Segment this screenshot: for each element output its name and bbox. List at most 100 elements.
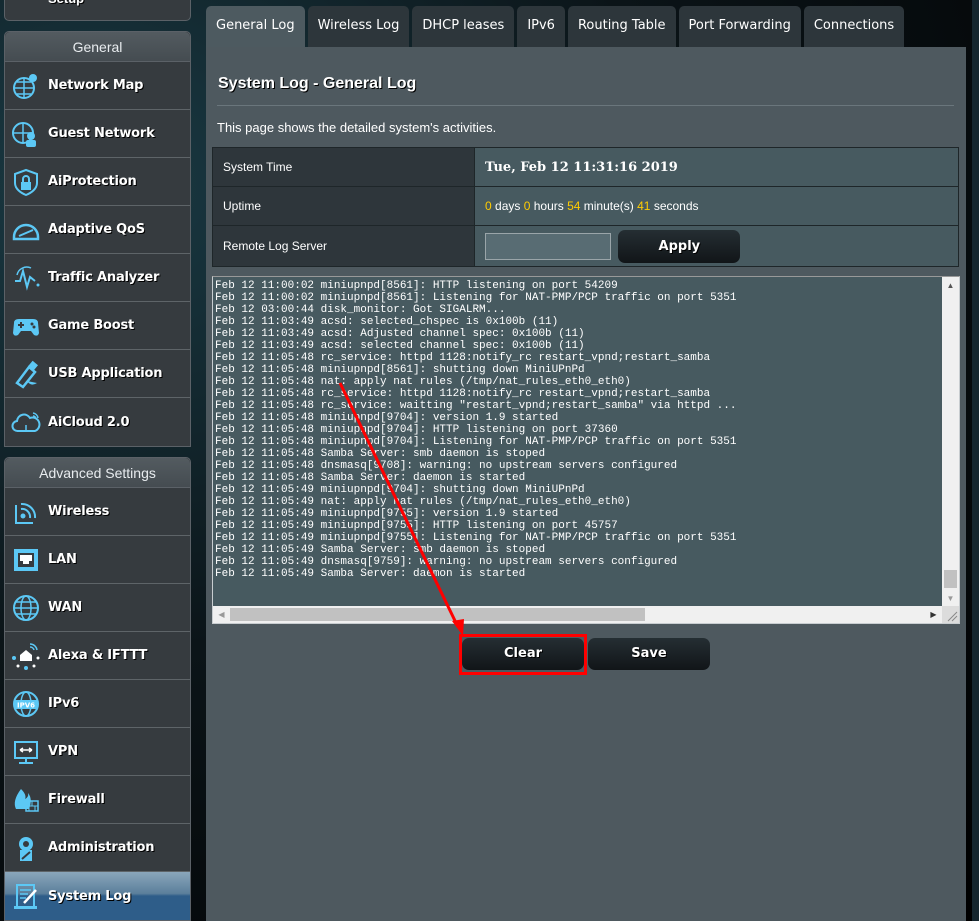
sidebar-item-system-log[interactable]: System Log [5, 872, 190, 920]
scroll-left-arrow-icon[interactable]: ◀ [213, 606, 230, 623]
sidebar-item-label: System Log [48, 888, 132, 904]
globe-icon [13, 594, 39, 621]
sidebar-item-vpn[interactable]: VPN [5, 728, 190, 776]
sidebar-item-label: Game Boost [48, 318, 135, 333]
guest-network-icon [12, 121, 36, 147]
sidebar-item-game-boost[interactable]: Game Boost [5, 302, 190, 350]
sidebar-item-label: Administration [48, 840, 155, 855]
remote-log-server-input[interactable] [485, 232, 611, 260]
log-line: Feb 12 11:03:49 acsd: selected_chspec is… [215, 316, 559, 328]
log-line: Feb 12 11:05:49 dnsmasq[9759]: warning: … [215, 556, 678, 568]
resize-grip-icon[interactable] [942, 606, 959, 623]
usb-icon [15, 360, 38, 389]
sidebar-item-usb-application[interactable]: USB Application [5, 350, 190, 398]
log-line: Feb 12 11:05:48 Samba Server: daemon is … [215, 472, 526, 484]
window-edge [972, 0, 979, 921]
system-info-table: System Time Tue, Feb 12 11:31:16 2019 Up… [212, 147, 959, 267]
sidebar-item-alexa-ifttt[interactable]: Alexa & IFTTT [5, 632, 190, 680]
uptime-seconds: 41 [637, 199, 651, 213]
sidebar-item-ipv6[interactable]: IPV6 IPv6 [5, 680, 190, 728]
sidebar-item-administration[interactable]: Administration [5, 824, 190, 872]
sidebar-item-label: Adaptive QoS [48, 222, 145, 237]
cloud-icon [11, 412, 41, 432]
log-line: Feb 12 11:05:49 miniupnpd[9755]: Listeni… [215, 532, 737, 544]
svg-text:IPV6: IPV6 [17, 701, 35, 709]
sidebar-item-wan[interactable]: WAN [5, 584, 190, 632]
clear-button[interactable]: Clear [462, 638, 584, 670]
sidebar-item-label: LAN [48, 552, 77, 567]
horizontal-scroll-thumb[interactable] [230, 608, 645, 621]
tab-wireless-log[interactable]: Wireless Log [307, 6, 410, 47]
uptime-days-unit: days [491, 199, 524, 213]
log-line: Feb 12 11:05:48 miniupnpd[8561]: shuttin… [215, 364, 585, 376]
log-line: Feb 12 11:05:49 nat: apply nat rules (/t… [215, 496, 631, 508]
log-content: Feb 12 11:00:02 miniupnpd[8561]: HTTP li… [215, 280, 940, 605]
lan-port-icon [14, 548, 38, 571]
log-line: Feb 12 11:00:02 miniupnpd[8561]: HTTP li… [215, 280, 618, 292]
shield-lock-icon [14, 168, 38, 196]
traffic-analyzer-icon [15, 265, 40, 291]
ipv6-globe-icon: IPV6 [13, 690, 39, 717]
tab-routing-table[interactable]: Routing Table [567, 6, 676, 47]
sidebar-item-firewall[interactable]: Firewall [5, 776, 190, 824]
advanced-menu-header: Advanced Settings [5, 458, 190, 488]
tab-dhcp-leases[interactable]: DHCP leases [412, 6, 515, 47]
sidebar-item-label: Guest Network [48, 126, 155, 141]
tab-ipv6[interactable]: IPv6 [517, 6, 565, 47]
system-time-value: Tue, Feb 12 11:31:16 2019 [485, 159, 678, 175]
system-time-row: System Time Tue, Feb 12 11:31:16 2019 [212, 147, 959, 187]
page-title: System Log - General Log [218, 75, 417, 92]
smart-home-icon [12, 642, 40, 670]
sidebar-item-label: VPN [48, 744, 78, 759]
quick-setup-item[interactable]: Setup [4, 0, 191, 21]
uptime-minutes-unit: minute(s) [580, 199, 638, 213]
uptime-minutes: 54 [567, 199, 581, 213]
sidebar-item-adaptive-qos[interactable]: Adaptive QoS [5, 206, 190, 254]
scroll-right-arrow-icon[interactable]: ▶ [925, 606, 942, 623]
log-line: Feb 12 11:03:49 acsd: Adjusted channel s… [215, 328, 585, 340]
uptime-days: 0 [485, 199, 492, 213]
log-line: Feb 12 11:05:48 rc_service: httpd 1128:n… [215, 352, 711, 364]
log-line: Feb 12 11:05:48 miniupnpd[9704]: version… [215, 412, 559, 424]
sidebar-item-aiprotection[interactable]: AiProtection [5, 158, 190, 206]
log-vertical-scrollbar[interactable]: ▲ ▼ [942, 277, 959, 607]
scroll-up-arrow-icon[interactable]: ▲ [942, 277, 959, 294]
sidebar-item-lan[interactable]: LAN [5, 536, 190, 584]
wand-icon [17, 0, 43, 1]
sidebar-item-aicloud[interactable]: AiCloud 2.0 [5, 398, 190, 446]
log-line: Feb 12 11:05:49 miniupnpd[9755]: version… [215, 508, 559, 520]
remote-log-row: Remote Log Server Apply [212, 225, 959, 267]
firewall-icon [14, 788, 39, 812]
sidebar-item-traffic-analyzer[interactable]: Traffic Analyzer [5, 254, 190, 302]
advanced-menu: Advanced Settings Wireless LAN WAN Alexa… [4, 457, 191, 921]
log-line: Feb 12 11:05:48 dnsmasq[9708]: warning: … [215, 460, 678, 472]
sidebar-item-wireless[interactable]: Wireless [5, 488, 190, 536]
apply-button[interactable]: Apply [618, 229, 741, 263]
sidebar-item-label: Network Map [48, 78, 144, 93]
tab-general-log[interactable]: General Log [206, 6, 305, 47]
sidebar-item-network-map[interactable]: Network Map [5, 62, 190, 110]
content-panel: System Log - General Log This page shows… [206, 47, 966, 921]
sidebar-item-guest-network[interactable]: Guest Network [5, 110, 190, 158]
sidebar-item-label: Wireless [48, 504, 110, 519]
scroll-down-arrow-icon[interactable]: ▼ [942, 590, 959, 607]
remote-log-label: Remote Log Server [212, 225, 475, 267]
log-textarea[interactable]: Feb 12 11:00:02 miniupnpd[8561]: HTTP li… [212, 276, 960, 624]
uptime-seconds-unit: seconds [650, 199, 699, 213]
log-line: Feb 12 11:05:48 miniupnpd[9704]: Listeni… [215, 436, 737, 448]
sidebar-item-label: WAN [48, 600, 83, 615]
save-button[interactable]: Save [588, 638, 710, 670]
sidebar-item-label: IPv6 [48, 696, 80, 711]
wifi-icon [15, 502, 37, 524]
sidebar-item-label: AiCloud 2.0 [48, 414, 130, 430]
log-line: Feb 12 11:03:49 acsd: selected channel s… [215, 340, 585, 352]
speedometer-icon [12, 223, 40, 240]
tab-connections[interactable]: Connections [803, 6, 905, 47]
page-description: This page shows the detailed system's ac… [217, 120, 497, 135]
vertical-scroll-thumb[interactable] [944, 570, 957, 588]
log-line: Feb 12 11:05:48 miniupnpd[9704]: HTTP li… [215, 424, 618, 436]
log-horizontal-scrollbar[interactable]: ◀ ▶ [213, 606, 942, 623]
log-line: Feb 12 03:00:44 disk_monitor: Got SIGALR… [215, 304, 506, 316]
uptime-value: 0 days 0 hours 54 minute(s) 41 seconds [474, 186, 959, 226]
tab-port-forwarding[interactable]: Port Forwarding [678, 6, 801, 47]
